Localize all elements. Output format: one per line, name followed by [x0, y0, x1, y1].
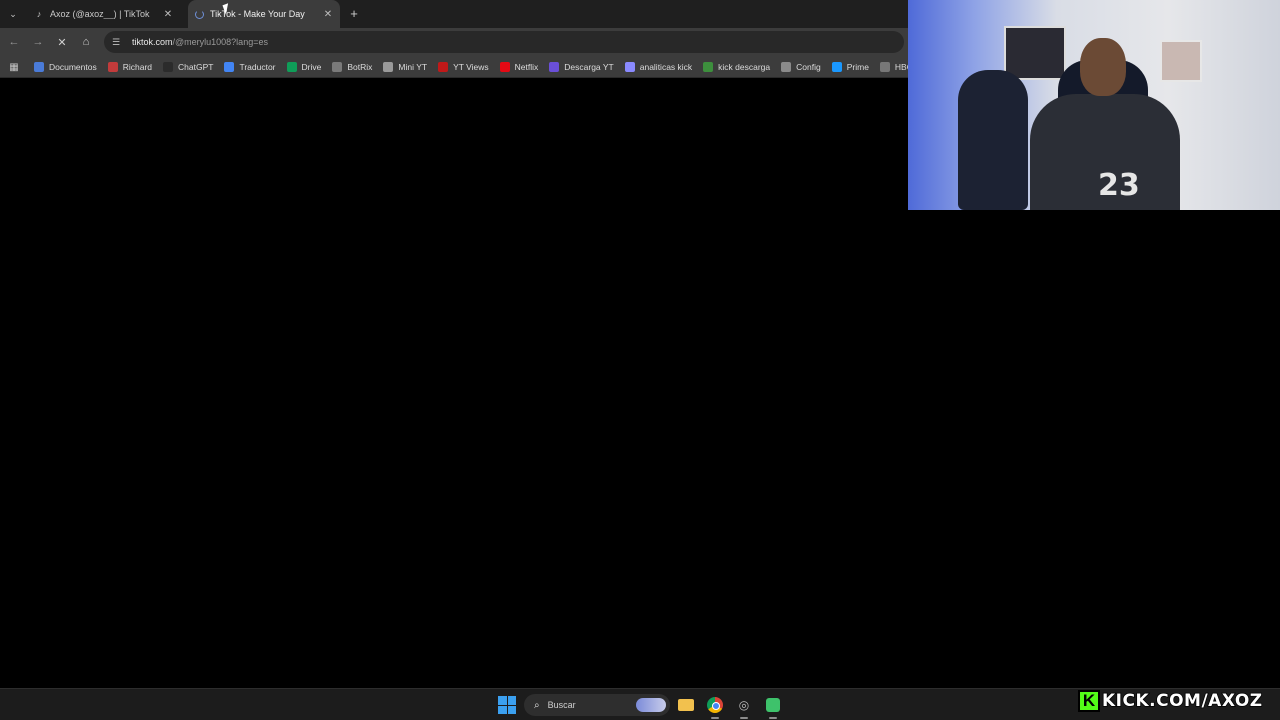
bookmark-richard[interactable]: Richard	[107, 62, 153, 72]
bookmark-label: Descarga YT	[564, 62, 614, 72]
forward-arrow-icon[interactable]: →	[30, 34, 46, 50]
tab-title: Axoz (@axoz__) | TikTok	[50, 9, 150, 19]
home-icon[interactable]: ⌂	[78, 34, 94, 50]
back-arrow-icon[interactable]: ←	[6, 34, 22, 50]
chrome-icon[interactable]	[706, 696, 724, 719]
download-yt-icon	[549, 62, 560, 72]
tab-axoz-tiktok[interactable]: ♪ Axoz (@axoz__) | TikTok ✕	[28, 0, 180, 28]
bookmark-label: YT Views	[453, 62, 489, 72]
docs-icon	[34, 62, 44, 72]
kick-url-text: KICK.COM/AXOZ	[1101, 690, 1263, 712]
chatgpt-icon	[163, 62, 174, 72]
close-tab-icon[interactable]: ✕	[162, 9, 174, 20]
windows-start-icon[interactable]	[498, 696, 516, 714]
search-placeholder: Buscar	[547, 700, 576, 710]
bookmark-mini-yt[interactable]: Mini YT	[383, 62, 427, 72]
bookmark-botrix[interactable]: BotRix	[332, 62, 372, 72]
bookmark-label: Prime	[846, 62, 869, 72]
url-path: /@merylu1008?lang=es	[172, 37, 268, 47]
prime-icon	[831, 62, 842, 72]
translate-icon	[224, 62, 235, 72]
analytics-icon	[624, 62, 635, 72]
tab-search-chevron-icon[interactable]: ⌄	[4, 5, 22, 23]
streamer-head	[1080, 38, 1126, 96]
bookmark-label: Richard	[122, 62, 153, 72]
bookmark-label: kick descarga	[718, 62, 771, 72]
gaming-chair	[958, 70, 1028, 210]
bookmark-label: Documentos	[49, 62, 97, 72]
bookmark-drive[interactable]: Drive	[286, 62, 322, 72]
loading-spinner-icon	[194, 9, 204, 19]
kick-logo-icon: K	[1078, 690, 1100, 712]
url-host: tiktok.com	[132, 37, 173, 47]
bookmark-label: analiticas kick	[639, 62, 693, 72]
netflix-icon	[499, 62, 510, 72]
bookmark-label: Traductor	[239, 62, 276, 72]
stop-loading-icon[interactable]: ✕	[54, 34, 70, 50]
wall-poster	[1004, 26, 1066, 80]
kick-channel-banner: K KICK.COM/AXOZ	[1078, 688, 1274, 714]
yt-views-icon	[438, 62, 449, 72]
bookmark-netflix[interactable]: Netflix	[499, 62, 539, 72]
bookmark-label: BotRix	[347, 62, 373, 72]
bookmark-traductor[interactable]: Traductor	[224, 62, 276, 72]
bookmark-list: Documentos Richard ChatGPT Traductor Drive Bo…	[34, 56, 960, 77]
taskbar-search-box[interactable]: ⌕ Buscar	[524, 694, 670, 716]
apps-grid-icon[interactable]: ▦	[8, 61, 20, 73]
drive-icon	[286, 62, 297, 72]
bookmark-descarga-yt[interactable]: Descarga YT	[549, 62, 614, 72]
kick-download-icon	[703, 62, 714, 72]
bookmark-config[interactable]: Config	[781, 62, 821, 72]
tiktok-icon: ♪	[36, 9, 42, 19]
bookmark-label: ChatGPT	[178, 62, 214, 72]
gear-icon	[781, 62, 792, 72]
close-tab-icon[interactable]: ✕	[322, 9, 334, 20]
site-settings-icon[interactable]: ☰	[112, 37, 124, 48]
new-tab-plus-icon[interactable]: +	[346, 5, 362, 21]
search-highlight-icon	[636, 698, 666, 712]
bookmark-label: Mini YT	[398, 62, 428, 72]
file-explorer-icon[interactable]	[677, 696, 695, 714]
bookmark-chatgpt[interactable]: ChatGPT	[163, 62, 213, 72]
bookmark-documentos[interactable]: Documentos	[34, 62, 97, 72]
bookmark-prime[interactable]: Prime	[831, 62, 869, 72]
hbo-icon	[879, 62, 890, 72]
bookmark-analiticas-kick[interactable]: analiticas kick	[624, 62, 693, 72]
wall-portrait	[1160, 40, 1202, 82]
bookmark-label: Config	[796, 62, 821, 72]
bookmark-label: Netflix	[514, 62, 539, 72]
richard-icon	[107, 62, 118, 72]
address-bar[interactable]: ☰ tiktok.com/@merylu1008?lang=es	[104, 31, 904, 53]
webcam-overlay: 23	[908, 0, 1280, 210]
mini-yt-icon	[383, 62, 394, 72]
obs-icon[interactable]: ◎	[735, 696, 753, 719]
bookmark-yt-views[interactable]: YT Views	[438, 62, 489, 72]
jersey-number: 23	[1098, 168, 1140, 203]
green-app-icon[interactable]	[764, 696, 782, 719]
botrix-icon	[332, 62, 343, 72]
bookmark-kick-descarga[interactable]: kick descarga	[703, 62, 770, 72]
tab-tiktok-make-your-day[interactable]: TikTok - Make Your Day ✕	[188, 0, 340, 28]
bookmark-label: Drive	[301, 62, 322, 72]
search-icon: ⌕	[534, 699, 540, 711]
